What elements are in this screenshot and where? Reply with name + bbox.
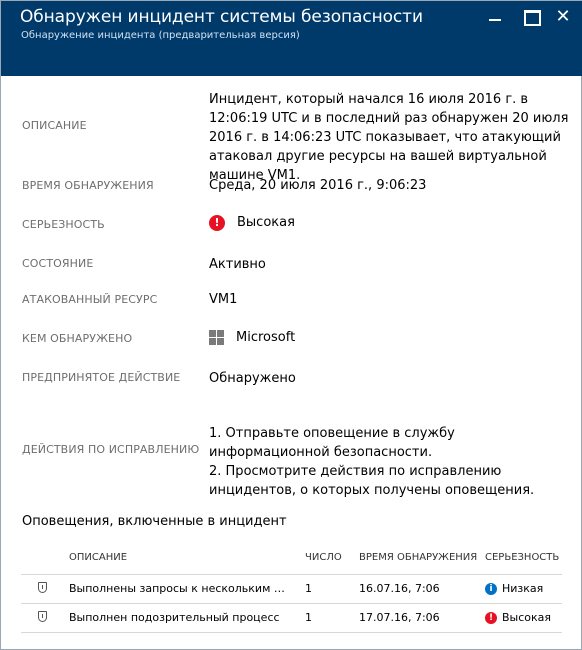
alert-count: 1 (305, 603, 359, 633)
high-severity-icon: ! (209, 214, 225, 231)
action-taken-value: Обнаружено (209, 371, 296, 386)
severity-value: Высокая (237, 215, 295, 230)
description-label: ОПИСАНИЕ (22, 119, 87, 132)
state-value: Активно (209, 257, 266, 272)
detection-time-label: ВРЕМЯ ОБНАРУЖЕНИЯ (22, 179, 154, 192)
minimize-icon[interactable] (485, 7, 505, 27)
attacked-resource-label: АТАКОВАННЫЙ РЕСУРС (22, 293, 158, 306)
state-label: СОСТОЯНИЕ (22, 257, 94, 270)
action-taken-label: ПРЕДПРИНЯТОЕ ДЕЙСТВИЕ (22, 371, 181, 384)
description-value: Инцидент, который начался 16 июля 2016 г… (209, 92, 569, 183)
alerts-table-header: ОПИСАНИЕ ЧИСЛО ВРЕМЯ ОБНАРУЖЕНИЯ СЕРЬЕЗН… (21, 542, 562, 575)
alert-severity: Высокая (502, 611, 552, 624)
column-header-detection-time[interactable]: ВРЕМЯ ОБНАРУЖЕНИЯ (359, 542, 485, 575)
detected-by-value-row: Microsoft (209, 328, 295, 347)
incident-blade: Обнаружен инцидент системы безопасности … (0, 0, 582, 650)
info-severity-icon: i (485, 582, 497, 595)
blade-subtitle: Обнаружение инцидента (предварительная в… (21, 30, 300, 41)
severity-value-row: ! Высокая (209, 213, 295, 232)
windows-logo-icon (209, 330, 224, 345)
close-icon[interactable]: ✕ (553, 7, 573, 27)
alerts-section-title: Оповещения, включенные в инцидент (22, 514, 287, 529)
table-row[interactable]: Выполнен подозрительный процесс 1 17.07.… (21, 603, 562, 633)
detected-by-label: КЕМ ОБНАРУЖЕНО (22, 332, 133, 345)
alert-time: 17.07.16, 7:06 (359, 603, 485, 633)
detection-time-value: Среда, 20 июля 2016 г., 9:06:23 (209, 178, 427, 193)
blade-header: Обнаружен инцидент системы безопасности … (1, 1, 582, 76)
severity-label: СЕРЬЕЗНОСТЬ (22, 218, 105, 231)
alert-severity: Низкая (502, 582, 544, 595)
table-row[interactable]: Выполнены запросы к нескольким учетным з… (21, 574, 562, 604)
detected-by-value: Microsoft (236, 330, 296, 345)
alert-time: 16.07.16, 7:06 (359, 574, 485, 604)
column-header-description[interactable]: ОПИСАНИЕ (69, 542, 305, 575)
remediation-step-2: 2. Просмотрите действия по исправлению и… (209, 464, 535, 498)
blade-title: Обнаружен инцидент системы безопасности (20, 7, 423, 27)
column-header-severity[interactable]: СЕРЬЕЗНОСТЬ (485, 542, 562, 575)
maximize-icon[interactable] (520, 7, 541, 27)
shield-icon (38, 581, 47, 593)
high-severity-icon: ! (485, 611, 497, 624)
remediation-label: ДЕЙСТВИЯ ПО ИСПРАВЛЕНИЮ (22, 443, 200, 456)
alert-count: 1 (305, 574, 359, 604)
alerts-table: ОПИСАНИЕ ЧИСЛО ВРЕМЯ ОБНАРУЖЕНИЯ СЕРЬЕЗН… (21, 542, 562, 633)
alert-description: Выполнены запросы к нескольким учетным з… (69, 582, 287, 596)
remediation-value: 1. Отправьте оповещение в службу информа… (209, 424, 539, 500)
column-header-count[interactable]: ЧИСЛО (305, 542, 359, 575)
shield-icon (38, 610, 47, 622)
attacked-resource-value: VM1 (209, 292, 238, 307)
remediation-step-1: 1. Отправьте оповещение в службу информа… (209, 426, 455, 460)
alert-description: Выполнен подозрительный процесс (69, 611, 280, 625)
